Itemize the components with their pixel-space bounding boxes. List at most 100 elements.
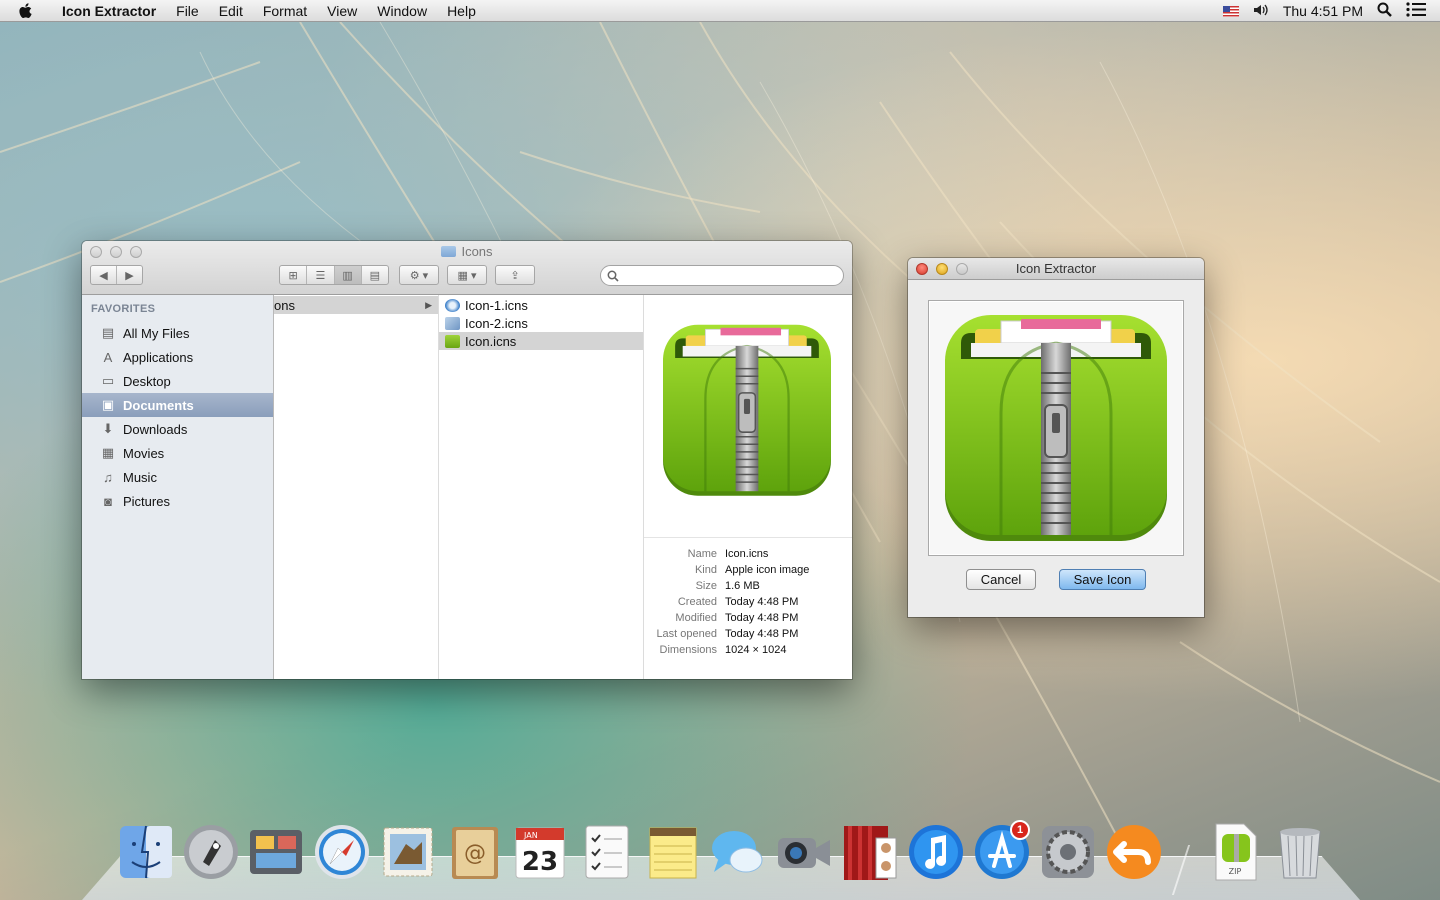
dock-facetime-icon[interactable] — [774, 822, 834, 882]
dock-safari-icon[interactable] — [312, 822, 372, 882]
file-name: Icon-2.icns — [465, 315, 528, 331]
file-info-panel: Name Icon.icns Kind Apple icon image Size 1… — [644, 537, 852, 658]
info-row-dimensions: Dimensions 1024 × 1024 — [644, 642, 852, 658]
notification-badge: 1 — [1010, 820, 1030, 840]
menu-file[interactable]: File — [166, 3, 209, 19]
action-menu-button[interactable]: ⚙ ▾ — [399, 265, 439, 285]
finder-sidebar: FAVORITES ▤ All My Files A Applications … — [82, 295, 274, 679]
back-button[interactable]: ◀ — [91, 266, 117, 284]
file-row-selected[interactable]: Icon.icns — [439, 332, 643, 350]
column-item-icons-folder[interactable]: ons ▶ — [274, 296, 438, 314]
sidebar-heading: FAVORITES — [91, 303, 156, 315]
column-item-label: ons — [274, 297, 295, 313]
menu-clock[interactable]: Thu 4:51 PM — [1283, 3, 1363, 19]
sidebar-item-label: Applications — [123, 349, 194, 365]
menu-edit[interactable]: Edit — [209, 3, 253, 19]
column-view-button[interactable]: ▥ — [334, 266, 362, 284]
menu-view[interactable]: View — [317, 3, 367, 19]
file-row[interactable]: Icon-2.icns — [439, 314, 643, 332]
dock-notes-icon[interactable] — [642, 822, 702, 882]
info-key: Dimensions — [659, 644, 717, 656]
file-name: Icon-1.icns — [465, 297, 528, 313]
dock-back-arrow-app-icon[interactable] — [1104, 822, 1164, 882]
dock-messages-icon[interactable] — [708, 822, 768, 882]
finder-preview-column: Name Icon.icns Kind Apple icon image Size 1… — [644, 295, 852, 679]
image-file-icon — [445, 316, 460, 330]
movies-icon: ▦ — [101, 445, 115, 460]
share-button[interactable]: ⇪ — [495, 265, 535, 285]
icon-view-button[interactable]: ⊞ — [280, 266, 308, 284]
dock-zip-document-icon[interactable]: ZIP — [1204, 822, 1264, 882]
dock-itunes-icon[interactable] — [906, 822, 966, 882]
sidebar-item-label: Music — [123, 469, 157, 485]
list-view-button[interactable]: ☰ — [307, 266, 335, 284]
finder-body: FAVORITES ▤ All My Files A Applications … — [82, 295, 852, 679]
finder-toolbar: Icons ◀ ▶ ⊞ ☰ ▥ ▤ ⚙ ▾ ▦ ▾ ⇪ — [82, 241, 852, 295]
apple-menu-icon[interactable] — [18, 2, 38, 20]
dock-calendar-icon[interactable]: JAN 23 — [510, 822, 570, 882]
minimize-button[interactable] — [936, 263, 948, 275]
dock-trash-icon[interactable] — [1270, 822, 1330, 882]
all-files-icon: ▤ — [101, 325, 115, 340]
info-row-created: Created Today 4:48 PM — [644, 594, 852, 610]
notification-center-icon[interactable] — [1406, 2, 1426, 20]
zip-label: ZIP — [1229, 867, 1242, 876]
dock-reminders-icon[interactable] — [576, 822, 636, 882]
dock-mail-icon[interactable] — [378, 822, 438, 882]
coverflow-view-button[interactable]: ▤ — [362, 266, 388, 284]
dock-finder-icon[interactable] — [116, 822, 176, 882]
finder-title-text: Icons — [461, 244, 493, 259]
save-icon-button[interactable]: Save Icon — [1059, 569, 1146, 590]
menu-window[interactable]: Window — [367, 3, 437, 19]
icon-extractor-window: Icon Extractor Cancel Save Icon — [908, 258, 1204, 617]
sidebar-item-applications[interactable]: A Applications — [82, 345, 273, 369]
volume-icon[interactable] — [1253, 3, 1269, 20]
sidebar-item-pictures[interactable]: ◙ Pictures — [82, 489, 273, 513]
applications-icon: A — [103, 349, 113, 365]
spotlight-search-icon[interactable] — [1377, 2, 1392, 20]
arrange-menu-button[interactable]: ▦ ▾ — [447, 265, 487, 285]
file-row[interactable]: Icon-1.icns — [439, 296, 643, 314]
menu-bar: Icon Extractor File Edit Format View Win… — [0, 0, 1440, 22]
disclosure-arrow-icon: ▶ — [425, 299, 432, 310]
menu-format[interactable]: Format — [253, 3, 317, 19]
sidebar-item-documents[interactable]: ▣ Documents — [82, 393, 273, 417]
sidebar-item-music[interactable]: ♫ Music — [82, 465, 273, 489]
info-row-kind: Kind Apple icon image — [644, 562, 852, 578]
zip-app-preview-icon — [663, 324, 831, 496]
zoom-button[interactable] — [956, 263, 968, 275]
dock-app-store-icon[interactable]: 1 — [972, 820, 1032, 882]
sidebar-item-label: Downloads — [123, 421, 188, 437]
info-row-modified: Modified Today 4:48 PM — [644, 610, 852, 626]
info-key: Kind — [694, 564, 717, 576]
menu-help[interactable]: Help — [437, 3, 486, 19]
sidebar-item-label: All My Files — [123, 325, 190, 341]
dock-contacts-icon[interactable]: @ — [444, 822, 504, 882]
info-row-name: Name Icon.icns — [644, 546, 852, 562]
safari-file-icon — [445, 298, 460, 312]
finder-column-1: ons ▶ — [274, 295, 439, 679]
sidebar-item-desktop[interactable]: ▭ Desktop — [82, 369, 273, 393]
dock-mission-control-icon[interactable] — [246, 822, 306, 882]
finder-title: Icons — [82, 244, 852, 259]
close-button[interactable] — [916, 263, 928, 275]
sidebar-item-label: Documents — [123, 397, 194, 413]
menu-app-name[interactable]: Icon Extractor — [52, 3, 166, 19]
icon-image-well[interactable] — [928, 300, 1184, 556]
cancel-button[interactable]: Cancel — [966, 569, 1036, 590]
search-field[interactable] — [600, 265, 844, 286]
sidebar-item-movies[interactable]: ▦ Movies — [82, 441, 273, 465]
svg-text:@: @ — [464, 841, 486, 866]
forward-button[interactable]: ▶ — [117, 266, 142, 284]
sidebar-item-all-my-files[interactable]: ▤ All My Files — [82, 321, 273, 345]
finder-window: Icons ◀ ▶ ⊞ ☰ ▥ ▤ ⚙ ▾ ▦ ▾ ⇪ FAVORITES ▤ — [82, 241, 852, 679]
dock-photo-booth-icon[interactable] — [840, 822, 900, 882]
back-forward-control: ◀ ▶ — [90, 265, 143, 285]
sidebar-item-downloads[interactable]: ⬇ Downloads — [82, 417, 273, 441]
input-source-flag-icon[interactable] — [1222, 5, 1239, 17]
calendar-month: JAN — [523, 831, 538, 840]
dock-system-preferences-icon[interactable] — [1038, 822, 1098, 882]
dock-launchpad-icon[interactable] — [181, 822, 241, 882]
search-icon — [607, 270, 619, 282]
folder-icon — [441, 246, 457, 257]
